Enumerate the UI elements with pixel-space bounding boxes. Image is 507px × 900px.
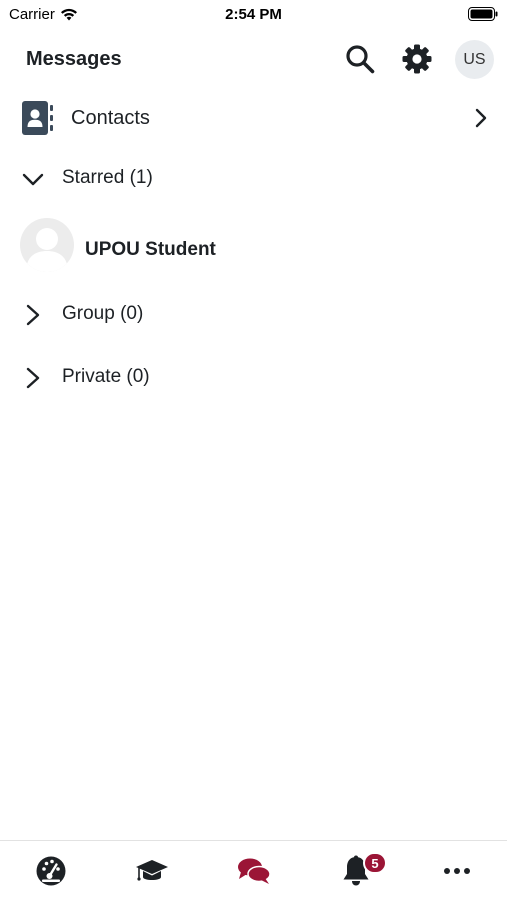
status-time: 2:54 PM	[225, 6, 282, 23]
section-starred-label: Starred (1)	[62, 167, 153, 188]
user-initials: US	[463, 50, 486, 68]
graduation-cap-icon	[136, 860, 168, 881]
section-group-label: Group (0)	[62, 303, 144, 324]
conversation-item[interactable]: UPOU Student	[0, 218, 507, 274]
user-avatar-button[interactable]: US	[455, 40, 494, 79]
chevron-right-icon	[475, 108, 487, 128]
bottom-tab-bar: 5	[0, 840, 507, 900]
conversation-name: UPOU Student	[85, 239, 216, 260]
search-button[interactable]	[341, 40, 379, 78]
battery-icon	[468, 7, 498, 21]
tab-messages[interactable]	[234, 853, 274, 889]
tab-more[interactable]	[437, 853, 477, 889]
settings-button[interactable]	[398, 40, 436, 78]
address-book-icon	[22, 101, 53, 135]
section-private-toggle[interactable]: Private (0)	[0, 357, 507, 397]
user-silhouette-icon	[26, 228, 68, 272]
default-user-avatar	[20, 218, 74, 272]
comments-icon	[238, 858, 271, 884]
notifications-badge: 5	[363, 852, 387, 874]
more-dots-icon	[444, 868, 470, 874]
chevron-down-icon	[22, 173, 44, 186]
section-starred-toggle[interactable]: Starred (1)	[0, 158, 507, 198]
contacts-link[interactable]: Contacts	[0, 96, 507, 140]
chevron-right-icon	[26, 304, 40, 326]
tab-dashboard[interactable]	[31, 853, 71, 889]
gear-icon	[402, 44, 432, 74]
chevron-right-icon	[26, 367, 40, 389]
dashboard-gauge-icon	[36, 856, 66, 886]
section-group-toggle[interactable]: Group (0)	[0, 294, 507, 334]
search-icon	[346, 45, 375, 74]
section-private-label: Private (0)	[62, 366, 150, 387]
page-title: Messages	[26, 48, 122, 70]
status-bar: Carrier 2:54 PM	[0, 0, 507, 30]
page-header: Messages US	[0, 36, 507, 82]
tab-my-courses[interactable]	[132, 853, 172, 889]
contacts-label: Contacts	[71, 107, 150, 129]
